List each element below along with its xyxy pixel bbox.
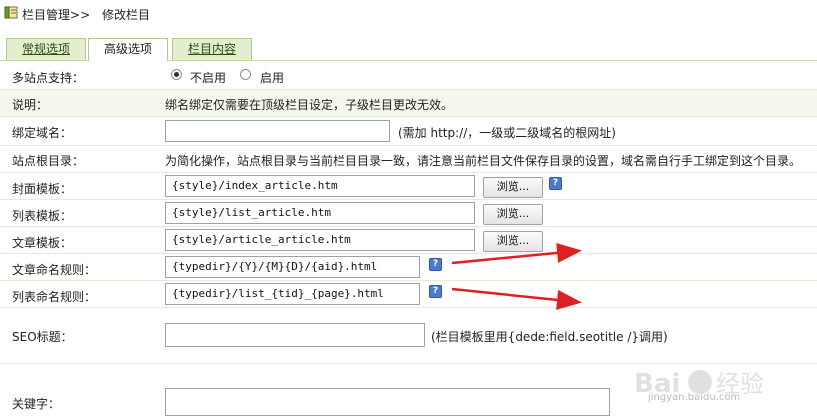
watermark-url: jingyan.baidu.com	[648, 392, 741, 403]
baidu-jingyan-logo: Bai 经验	[634, 369, 764, 399]
arrow-list-naming	[451, 287, 582, 310]
arrow-article-naming	[451, 242, 582, 265]
annotation-arrows	[451, 242, 582, 310]
